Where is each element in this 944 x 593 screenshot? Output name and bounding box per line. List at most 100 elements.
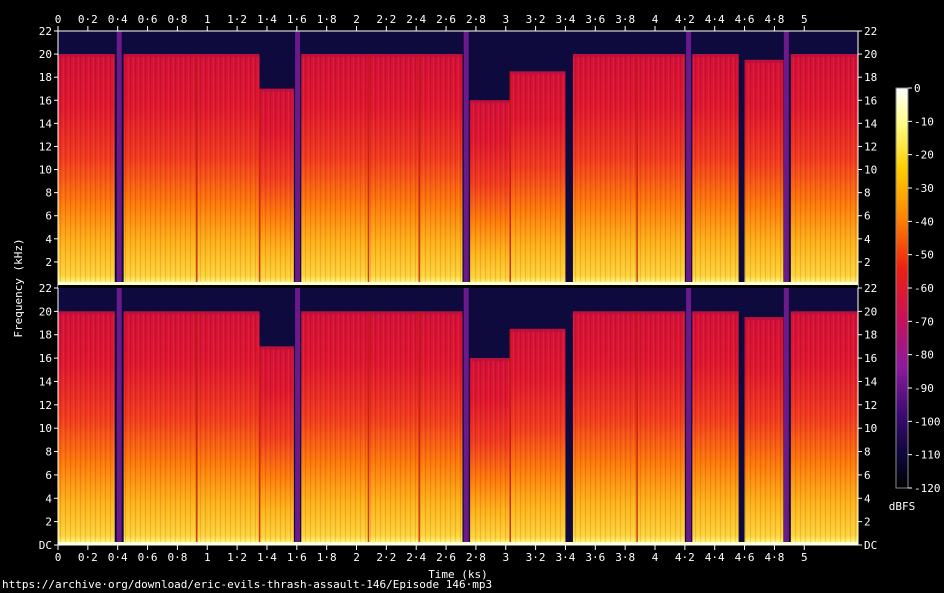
segment-texture [744, 59, 784, 286]
cutoff-edge [692, 54, 739, 58]
segment-texture [123, 54, 197, 285]
cutoff-edge [301, 311, 369, 315]
segment-texture [368, 311, 420, 545]
y-tick-label-right: 18 [864, 71, 877, 84]
x-tick-label-top: 0·6 [138, 13, 158, 26]
channel-panel-top [58, 31, 858, 286]
cutoff-edge [123, 311, 197, 315]
gap-marker [783, 288, 789, 545]
x-tick-label-bottom: 2·2 [376, 551, 396, 564]
x-tick-label-top: 3 [502, 13, 509, 26]
segment-texture [637, 54, 685, 285]
cutoff-edge [419, 311, 463, 315]
y-tick-label-right: 14 [864, 117, 878, 130]
gap-marker [463, 288, 469, 545]
channel-panel-bottom [58, 288, 858, 545]
cutoff-edge [510, 328, 566, 332]
y-tick-label-right: 6 [864, 469, 871, 482]
gap-marker [116, 288, 122, 545]
y-tick-label-left: 6 [45, 469, 52, 482]
y-tick-label-left: 16 [39, 94, 52, 107]
x-tick-label-bottom: 2·4 [406, 551, 426, 564]
x-tick-label-bottom: 2 [353, 551, 360, 564]
x-tick-label-top: 0·2 [78, 13, 98, 26]
x-tick-label-bottom: 3·6 [585, 551, 605, 564]
cutoff-edge [637, 311, 685, 315]
y-tick-label-left: 18 [39, 329, 52, 342]
y-tick-label-right: 16 [864, 352, 877, 365]
cutoff-edge [744, 59, 784, 63]
segment-texture [419, 54, 463, 285]
cutoff-edge [301, 54, 369, 58]
x-tick-label-top: 1·6 [287, 13, 307, 26]
segment-texture [259, 88, 294, 286]
cutoff-edge [419, 54, 463, 58]
x-tick-label-top: 2·4 [406, 13, 426, 26]
cutoff-edge [259, 88, 294, 92]
segment-texture [572, 54, 638, 285]
x-tick-label-bottom: 1·4 [257, 551, 277, 564]
y-tick-label-right: 12 [864, 140, 877, 153]
x-tick-label-top: 2·8 [466, 13, 486, 26]
y-tick-label-left: 20 [39, 305, 52, 318]
y-tick-label-left: 6 [45, 210, 52, 223]
y-tick-label-left: 8 [45, 187, 52, 200]
y-tick-label-right: 2 [864, 516, 871, 529]
x-tick-label-bottom: 0 [55, 551, 62, 564]
x-tick-label-top: 1·8 [317, 13, 337, 26]
segment-texture [510, 328, 566, 545]
y-tick-label-left: 16 [39, 352, 52, 365]
colorbar-tick-label: -40 [914, 215, 934, 228]
dc-line [58, 282, 858, 285]
y-tick-label-right: 6 [864, 210, 871, 223]
gap-marker [116, 31, 122, 285]
cutoff-edge [123, 54, 197, 58]
y-tick-label-left: 14 [39, 375, 53, 388]
x-tick-label-top: 3·6 [585, 13, 605, 26]
spectrogram-panels [58, 31, 858, 545]
y-tick-label-left: 14 [39, 117, 53, 130]
segment-texture [419, 311, 463, 545]
x-tick-label-bottom: 1 [204, 551, 211, 564]
segment-texture [196, 311, 260, 545]
x-tick-label-top: 4·8 [764, 13, 784, 26]
y-tick-label-right: 10 [864, 164, 877, 177]
y-tick-label-right: 16 [864, 94, 877, 107]
cutoff-edge [58, 54, 115, 58]
x-tick-label-bottom: 3 [502, 551, 509, 564]
gap-marker [686, 31, 692, 285]
segment-texture [637, 311, 685, 545]
segment-texture [259, 346, 294, 545]
x-tick-label-bottom: 4·4 [705, 551, 725, 564]
x-tick-label-top: 3·4 [556, 13, 576, 26]
colorbar-tick-label: -30 [914, 182, 934, 195]
colorbar-tick-label: 0 [914, 82, 921, 95]
cutoff-edge [196, 311, 260, 315]
y-tick-label-left: 2 [45, 256, 52, 269]
segment-texture [58, 54, 115, 285]
cutoff-edge [692, 311, 739, 315]
y-tick-label-right: 20 [864, 48, 877, 61]
gap-marker [295, 288, 301, 545]
y-tick-label-right: 22 [864, 282, 877, 295]
x-tick-label-bottom: 4 [652, 551, 659, 564]
y-tick-label-right: DC [864, 539, 877, 552]
x-tick-label-bottom: 0·4 [108, 551, 128, 564]
colorbar-tick-label: -90 [914, 382, 934, 395]
x-tick-label-bottom: 4·8 [764, 551, 784, 564]
y-tick-label-right: 8 [864, 187, 871, 200]
x-tick-label-top: 0·8 [167, 13, 187, 26]
x-tick-label-top: 5 [801, 13, 808, 26]
x-tick-label-bottom: 5 [801, 551, 808, 564]
cutoff-edge [368, 54, 420, 58]
y-tick-label-left: 4 [45, 233, 52, 246]
x-tick-label-bottom: 2·8 [466, 551, 486, 564]
segment-texture [790, 311, 858, 545]
gap-marker [783, 31, 789, 285]
segment-texture [510, 71, 566, 285]
y-tick-label-left: 22 [39, 25, 52, 38]
x-tick-label-top: 4·6 [735, 13, 755, 26]
y-tick-label-right: 18 [864, 329, 877, 342]
y-tick-label-right: 10 [864, 422, 877, 435]
x-tick-label-top: 2 [353, 13, 360, 26]
